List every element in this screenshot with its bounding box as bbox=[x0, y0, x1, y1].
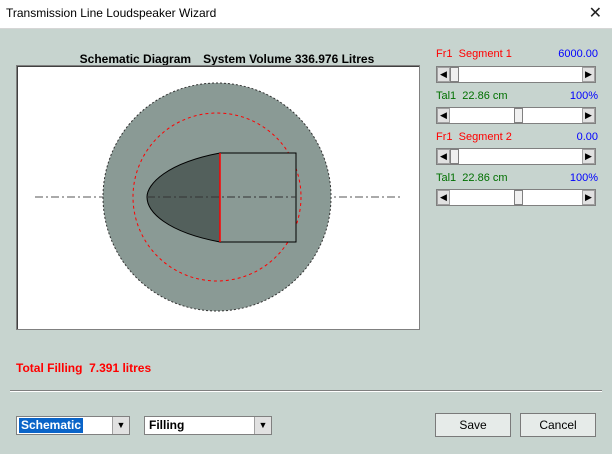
taper-2-slider[interactable]: ◀ ▶ bbox=[436, 189, 596, 206]
save-button[interactable]: Save bbox=[435, 413, 511, 437]
mode-select-value: Filling bbox=[149, 418, 185, 432]
system-volume: System Volume 336.976 Litres bbox=[203, 52, 375, 66]
slider-left-arrow-icon[interactable]: ◀ bbox=[437, 149, 450, 164]
window-title: Transmission Line Loudspeaker Wizard bbox=[6, 6, 217, 20]
diagram-title: Schematic Diagram bbox=[79, 52, 192, 66]
segment-2-header: Fr1 Segment 2 0.00 bbox=[436, 131, 598, 143]
slider-thumb[interactable] bbox=[513, 190, 523, 205]
taper-1-value: 100% bbox=[569, 90, 598, 102]
slider-right-arrow-icon[interactable]: ▶ bbox=[582, 108, 595, 123]
slider-right-arrow-icon[interactable]: ▶ bbox=[582, 67, 595, 82]
taper-1-slider[interactable]: ◀ ▶ bbox=[436, 107, 596, 124]
slider-thumb[interactable] bbox=[513, 108, 523, 123]
segment-1-taper-header: Tal1 22.86 cm 100% bbox=[436, 90, 598, 102]
schematic-svg bbox=[35, 82, 403, 312]
cancel-button[interactable]: Cancel bbox=[520, 413, 596, 437]
taper-2-label: Tal1 22.86 cm bbox=[436, 172, 508, 184]
segment-2-taper-header: Tal1 22.86 cm 100% bbox=[436, 172, 598, 184]
chevron-down-icon[interactable]: ▼ bbox=[112, 417, 129, 434]
title-bar: Transmission Line Loudspeaker Wizard ✕ bbox=[0, 0, 612, 29]
taper-1-label: Tal1 22.86 cm bbox=[436, 90, 508, 102]
slider-right-arrow-icon[interactable]: ▶ bbox=[582, 190, 595, 205]
slider-thumb[interactable] bbox=[450, 149, 459, 164]
slider-left-arrow-icon[interactable]: ◀ bbox=[437, 108, 450, 123]
close-icon[interactable]: ✕ bbox=[589, 3, 602, 23]
diagram-heading: Schematic Diagram System Volume 336.976 L… bbox=[73, 38, 386, 66]
segment-2-label: Fr1 Segment 2 bbox=[436, 131, 512, 143]
taper-2-value: 100% bbox=[569, 172, 598, 184]
segment-1-slider[interactable]: ◀ ▶ bbox=[436, 66, 596, 83]
chevron-down-icon[interactable]: ▼ bbox=[254, 417, 271, 434]
slider-right-arrow-icon[interactable]: ▶ bbox=[582, 149, 595, 164]
view-select[interactable]: Schematic ▼ bbox=[16, 416, 130, 435]
total-filling: Total Filling 7.391 litres bbox=[16, 361, 152, 375]
slider-left-arrow-icon[interactable]: ◀ bbox=[437, 67, 450, 82]
segment-2-slider[interactable]: ◀ ▶ bbox=[436, 148, 596, 165]
segment-2-value: 0.00 bbox=[576, 131, 598, 143]
view-select-value: Schematic bbox=[19, 418, 84, 433]
schematic-diagram bbox=[16, 65, 420, 330]
separator bbox=[10, 390, 602, 392]
segment-1-value: 6000.00 bbox=[558, 48, 598, 60]
mode-select[interactable]: Filling ▼ bbox=[144, 416, 272, 435]
segment-1-label: Fr1 Segment 1 bbox=[436, 48, 512, 60]
segment-1-header: Fr1 Segment 1 6000.00 bbox=[436, 48, 598, 60]
slider-thumb[interactable] bbox=[450, 67, 459, 82]
slider-left-arrow-icon[interactable]: ◀ bbox=[437, 190, 450, 205]
